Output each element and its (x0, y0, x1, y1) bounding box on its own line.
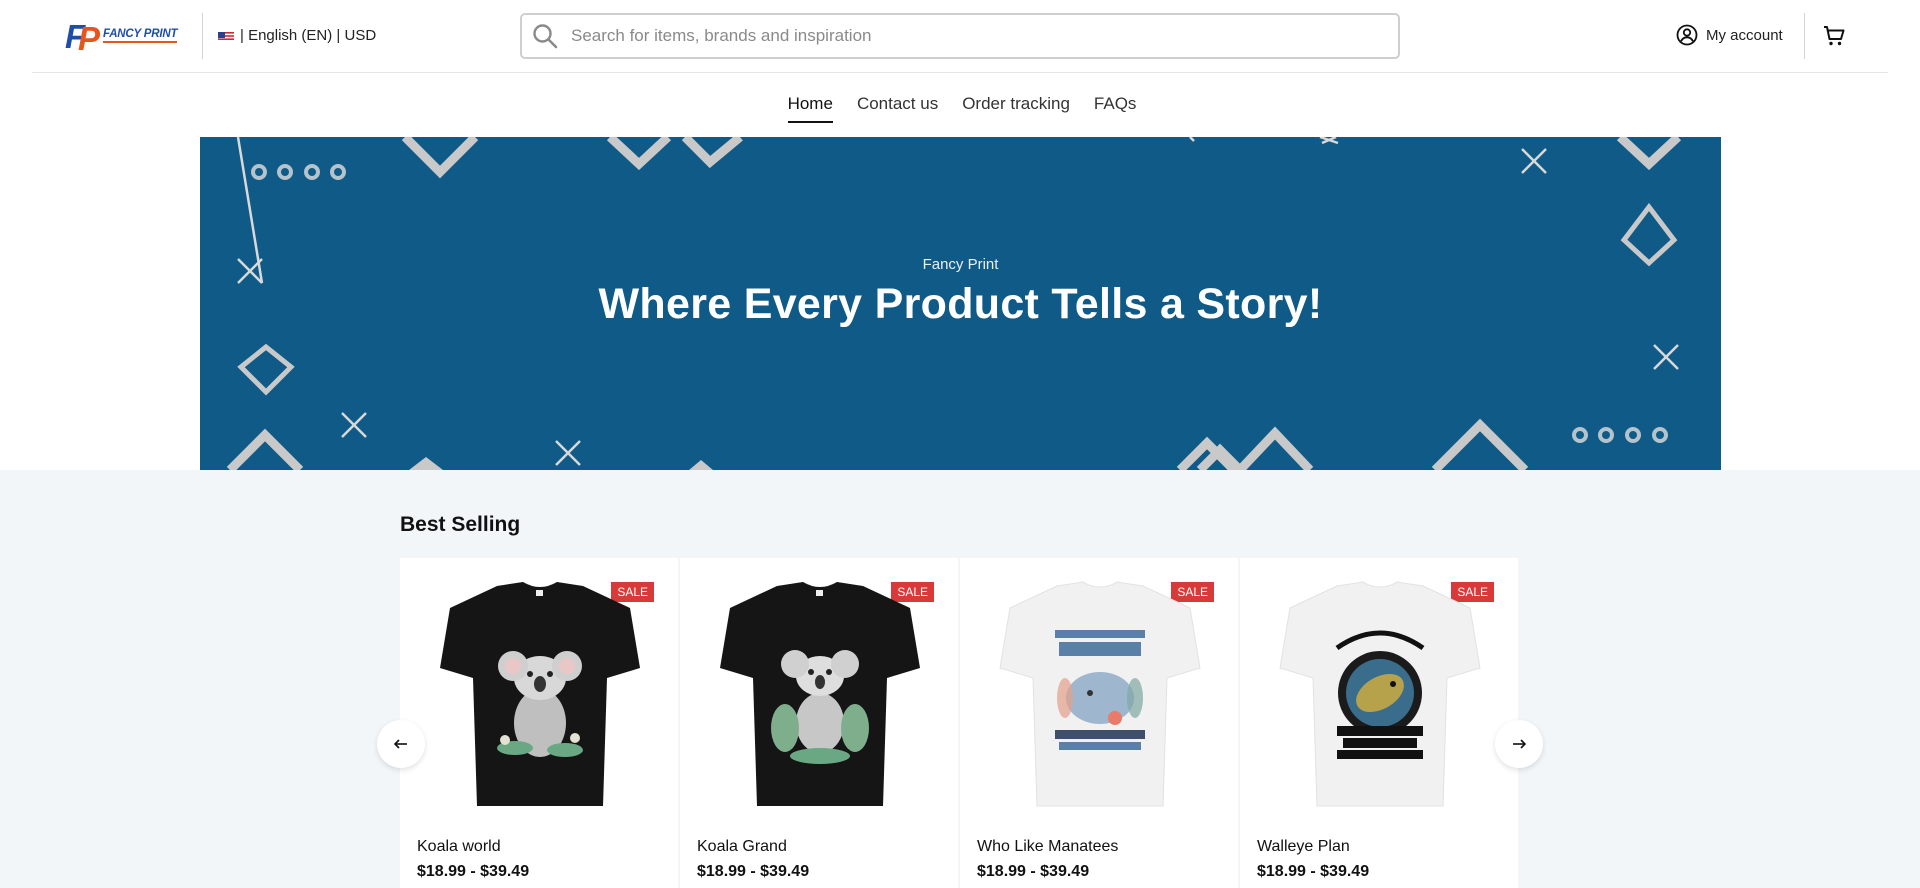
cart-button[interactable] (1822, 24, 1846, 48)
best-selling-section: Best Selling SALE Koala world $18.99 - $… (0, 470, 1920, 888)
my-account-label: My account (1706, 26, 1783, 44)
header-divider-right (1804, 13, 1805, 59)
product-card[interactable]: SALE Koala Grand $18.99 - $39.49 (680, 558, 960, 888)
locale-selector[interactable]: | English (EN) | USD (218, 27, 376, 44)
search-input[interactable] (571, 26, 1351, 46)
carousel-next-button[interactable] (1495, 720, 1543, 768)
cart-icon (1824, 26, 1845, 46)
search-icon (533, 24, 558, 49)
site-header: F P FANCY PRINT | English (EN) | USD Sea… (32, 0, 1888, 73)
locale-label: | English (EN) | USD (240, 27, 377, 44)
product-image (999, 581, 1201, 807)
my-account-button[interactable]: My account (1676, 24, 1783, 46)
product-card[interactable]: SALE Koala world $18.99 - $39.49 (400, 558, 680, 888)
hero-banner: Fancy Print Where Every Product Tells a … (200, 137, 1721, 470)
hero-subtitle: Fancy Print (922, 256, 999, 273)
user-circle-icon (1676, 24, 1698, 46)
product-carousel: SALE Koala world $18.99 - $39.49 SALE Ko… (400, 558, 1520, 888)
svg-text:P: P (78, 20, 101, 53)
nav-contact-us[interactable]: Contact us (857, 94, 938, 123)
section-title: Best Selling (400, 513, 521, 536)
product-name[interactable]: Koala Grand (697, 838, 787, 856)
us-flag-icon (218, 30, 234, 41)
arrow-right-icon (1513, 739, 1527, 749)
logo-text: FANCY PRINT (103, 28, 177, 43)
product-price: $18.99 - $39.49 (1257, 863, 1370, 880)
hero-title: Where Every Product Tells a Story! (598, 280, 1323, 328)
product-image (440, 582, 640, 806)
product-image (1279, 581, 1481, 807)
search-bar[interactable] (520, 13, 1400, 59)
product-price: $18.99 - $39.49 (417, 863, 530, 880)
product-name[interactable]: Who Like Manatees (977, 838, 1118, 856)
fancy-print-logo[interactable]: F P FANCY PRINT (65, 18, 187, 57)
nav-home[interactable]: Home (787, 94, 833, 123)
main-nav: Home Contact us Order tracking FAQs (0, 94, 1920, 123)
arrow-left-icon (393, 739, 407, 749)
product-image (720, 582, 920, 806)
header-divider (202, 13, 203, 59)
product-card[interactable]: SALE Walleye Plan $18.99 - $39.49 (1240, 558, 1520, 888)
product-price: $18.99 - $39.49 (697, 863, 810, 880)
product-name[interactable]: Koala world (417, 838, 501, 856)
product-card[interactable]: SALE Who Like Manatees $18.99 - $39.49 (960, 558, 1240, 888)
nav-faqs[interactable]: FAQs (1094, 94, 1137, 123)
nav-order-tracking[interactable]: Order tracking (962, 94, 1070, 123)
product-name[interactable]: Walleye Plan (1257, 838, 1350, 856)
product-price: $18.99 - $39.49 (977, 863, 1090, 880)
carousel-prev-button[interactable] (377, 720, 425, 768)
